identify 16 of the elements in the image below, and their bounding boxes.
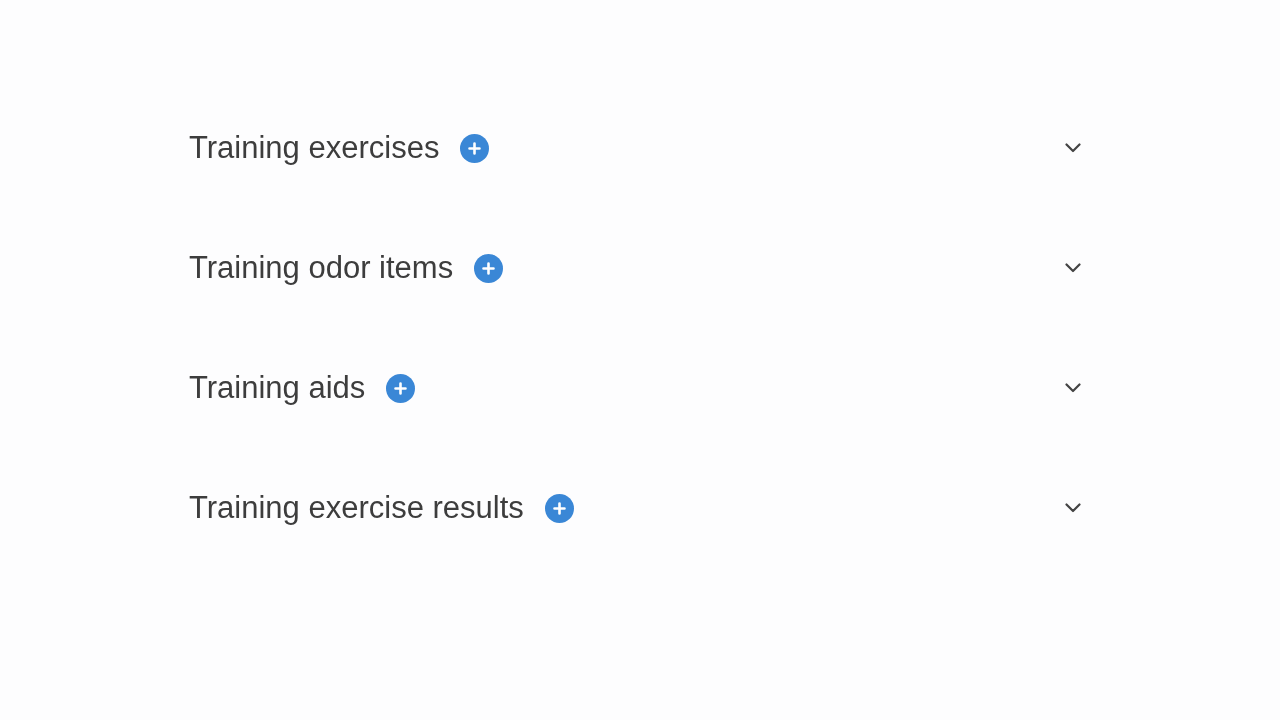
section-title: Training odor items [189,250,454,286]
add-button[interactable] [386,373,416,403]
plus-icon [468,141,482,155]
plus-icon [482,261,496,275]
section-title: Training aids [189,370,366,406]
plus-icon [552,501,566,515]
section-title: Training exercise results [189,490,524,526]
chevron-down-icon[interactable] [1065,143,1081,153]
chevron-down-icon[interactable] [1065,503,1081,513]
add-button[interactable] [544,493,574,523]
section-title: Training exercises [189,130,440,166]
add-button[interactable] [474,253,504,283]
add-button[interactable] [460,133,490,163]
chevron-down-icon[interactable] [1065,263,1081,273]
chevron-down-icon[interactable] [1065,383,1081,393]
plus-icon [394,381,408,395]
